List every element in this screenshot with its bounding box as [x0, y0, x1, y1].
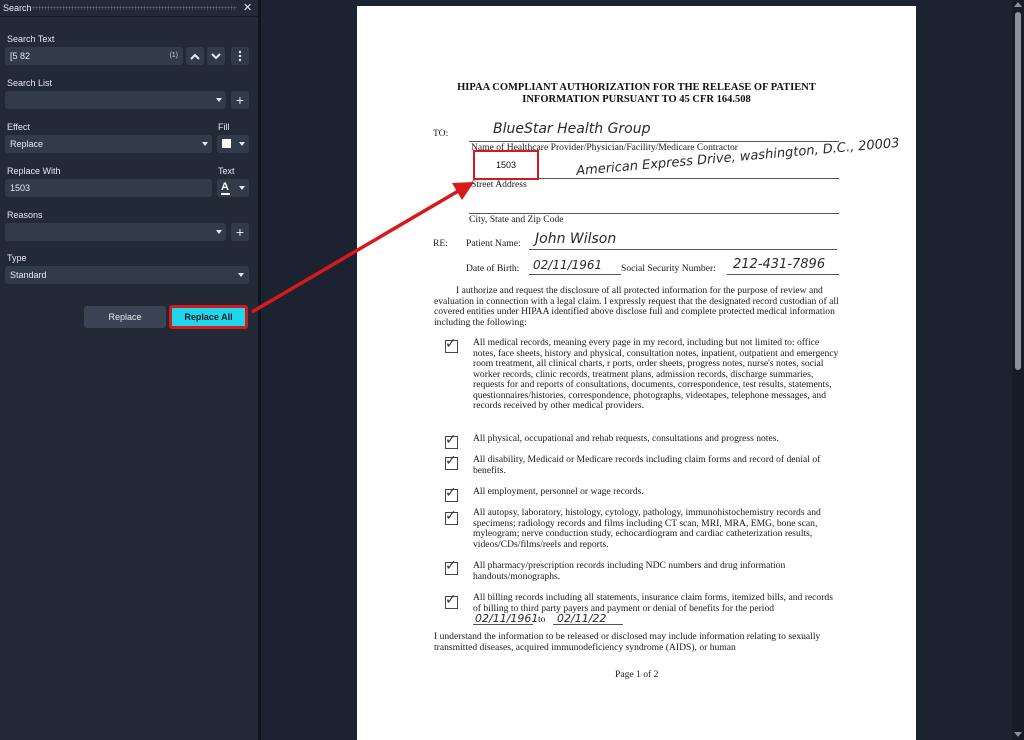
dropdown-caret-icon	[216, 230, 222, 234]
kebab-menu-icon	[238, 50, 242, 62]
search-panel: Search ✕ Search Text [5 82 (1) Search Li…	[0, 0, 258, 740]
check-mark-icon: ✓	[445, 432, 457, 448]
search-list-select[interactable]	[5, 91, 226, 109]
title-line-1: HIPAA COMPLIANT AUTHORIZATION FOR THE RE…	[457, 82, 816, 93]
item-text-2: All physical, occupational and rehab req…	[473, 433, 779, 444]
item-text-1: All medical records, meaning every page …	[473, 337, 839, 411]
replace-with-value: 1503	[10, 183, 31, 193]
more-options-button[interactable]	[231, 47, 249, 65]
street-line	[539, 178, 839, 179]
search-text-input[interactable]: [5 82 (1)	[5, 47, 183, 65]
text-color-swatch	[221, 193, 230, 195]
text-color-icon: A	[221, 181, 229, 193]
effect-label: Effect	[7, 122, 30, 132]
effect-value: Replace	[10, 139, 44, 149]
dropdown-caret-icon	[239, 186, 245, 190]
close-icon[interactable]: ✕	[243, 1, 252, 14]
scrollbar-thumb[interactable]	[1015, 12, 1021, 370]
fill-swatch	[222, 139, 231, 148]
street-caption: Street Address	[471, 179, 527, 190]
match-count: (1)	[169, 52, 178, 59]
dropdown-caret-icon	[216, 98, 222, 102]
type-label: Type	[7, 253, 27, 263]
item-text-3: All disability, Medicaid or Medicare rec…	[473, 454, 821, 476]
intro-paragraph: I authorize and request the disclosure o…	[434, 285, 839, 328]
chevron-up-icon	[190, 53, 200, 60]
reasons-label: Reasons	[7, 210, 43, 220]
item-text-7: All billing records including all statem…	[473, 592, 833, 614]
plus-icon: +	[235, 92, 245, 108]
replace-all-button[interactable]: Replace All	[169, 305, 248, 329]
dropdown-caret-icon	[239, 142, 245, 146]
ssn-handwritten: 212-431-7896	[733, 257, 826, 272]
panel-titlebar[interactable]: Search ✕	[0, 0, 258, 17]
period-to-word: to	[538, 614, 546, 625]
drag-grip-icon[interactable]	[32, 6, 237, 10]
re-label: RE:	[433, 238, 448, 249]
ssn-line	[727, 274, 839, 275]
text-label: Text	[218, 166, 235, 176]
check-mark-icon: ✓	[445, 592, 457, 608]
plus-icon: +	[235, 224, 245, 240]
dob-label: Date of Birth:	[466, 263, 520, 274]
ssn-label: Social Security Number:	[621, 263, 716, 274]
patient-name-handwritten: John Wilson	[535, 231, 617, 247]
patient-name-line	[529, 249, 837, 250]
check-mark-icon: ✓	[445, 336, 457, 352]
check-mark-icon: ✓	[445, 508, 457, 524]
add-reason-button[interactable]: +	[231, 223, 249, 241]
dropdown-caret-icon	[202, 142, 208, 146]
item-text-4: All employment, personnel or wage record…	[473, 486, 644, 497]
period-from-line	[473, 624, 533, 625]
type-value: Standard	[10, 270, 47, 280]
document-title: HIPAA COMPLIANT AUTHORIZATION FOR THE RE…	[357, 82, 916, 106]
redaction-text: 1503	[495, 160, 517, 170]
city-caption: City, State and Zip Code	[469, 214, 564, 225]
patient-name-label: Patient Name:	[466, 238, 521, 249]
add-search-list-button[interactable]: +	[231, 91, 249, 109]
item-text-5: All autopsy, laboratory, histology, cyto…	[473, 507, 821, 550]
type-select[interactable]: Standard	[5, 266, 249, 284]
to-label: TO:	[433, 128, 449, 139]
replace-with-input[interactable]: 1503	[5, 179, 212, 197]
panel-title: Search	[3, 3, 32, 13]
effect-select[interactable]: Replace	[5, 135, 212, 153]
search-list-label: Search List	[7, 78, 53, 88]
period-to-line	[553, 624, 623, 625]
search-text-label: Search Text	[7, 34, 55, 44]
provider-handwritten: BlueStar Health Group	[493, 121, 651, 137]
replace-with-label: Replace With	[7, 166, 61, 176]
check-mark-icon: ✓	[445, 453, 457, 469]
item-text-6: All pharmacy/prescription records includ…	[473, 560, 786, 582]
scroll-down-arrow-icon[interactable]	[1014, 732, 1022, 737]
next-match-button[interactable]	[207, 47, 225, 65]
fill-color-picker[interactable]	[217, 135, 249, 153]
dropdown-caret-icon	[238, 273, 244, 277]
previous-match-button[interactable]	[186, 47, 204, 65]
redaction-box[interactable]: 1503	[473, 150, 539, 180]
dob-line	[529, 274, 621, 275]
scroll-up-arrow-icon[interactable]	[1014, 2, 1022, 7]
chevron-down-icon	[211, 52, 221, 59]
title-line-2: INFORMATION PURSUANT TO 45 CFR 164.508	[522, 94, 751, 105]
closing-paragraph: I understand the information to be relea…	[434, 631, 821, 653]
document-page: HIPAA COMPLIANT AUTHORIZATION FOR THE RE…	[357, 6, 916, 740]
text-color-picker[interactable]: A	[217, 179, 249, 197]
reasons-select[interactable]	[5, 223, 226, 241]
replace-button[interactable]: Replace	[84, 306, 166, 328]
fill-label: Fill	[218, 122, 230, 132]
search-text-value: [5 82	[10, 51, 31, 61]
check-mark-icon: ✓	[445, 558, 457, 574]
check-mark-icon: ✓	[445, 485, 457, 501]
dob-handwritten: 02/11/1961	[533, 258, 603, 272]
page-footer: Page 1 of 2	[615, 669, 659, 680]
